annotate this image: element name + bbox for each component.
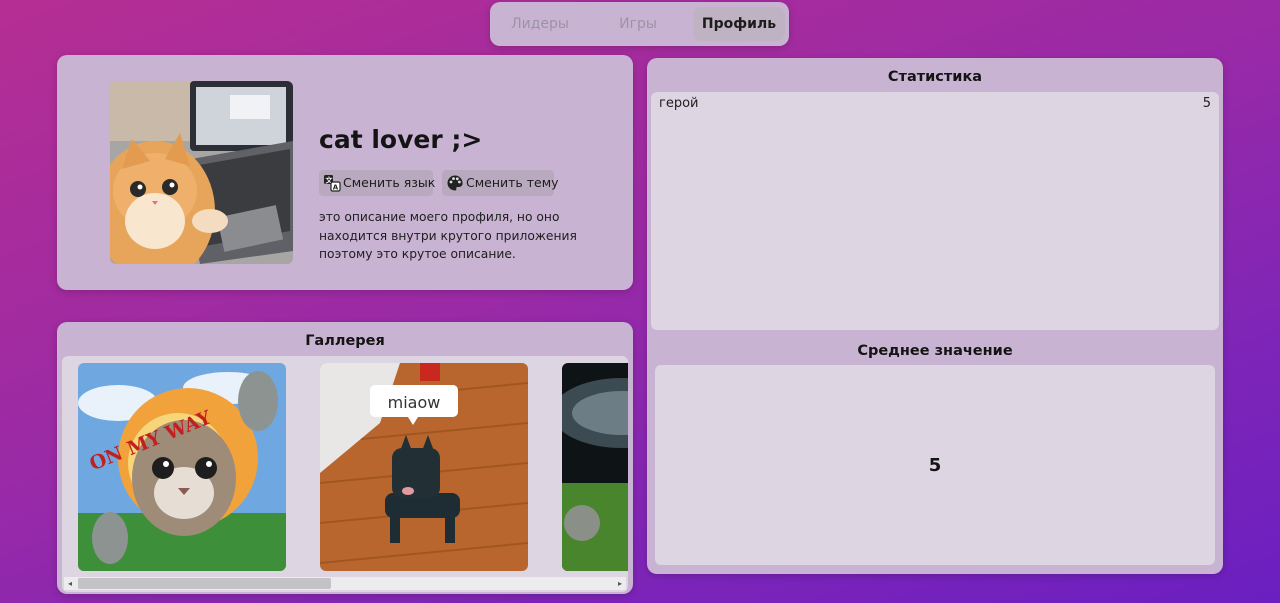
profile-card: cat lover ;> 文 A Сменить язык Сменить те… [57, 55, 633, 290]
gallery-strip[interactable]: ON MY WAY miaow ◂ ▸ [62, 356, 628, 592]
stat-name: герой [659, 96, 699, 111]
gallery-card: Галлерея ON MY WAY miaow ◂ ▸ [57, 322, 633, 594]
average-box: 5 [655, 365, 1215, 565]
statistics-title: Статистика [887, 69, 983, 85]
translate-icon: 文 A [323, 174, 341, 192]
gallery-scrollbar[interactable]: ◂ ▸ [64, 577, 626, 590]
svg-text:A: A [333, 184, 339, 192]
gallery-image[interactable]: miaow [320, 363, 528, 571]
tab-games[interactable]: Игры [594, 7, 682, 41]
tab-leaders[interactable]: Лидеры [496, 7, 584, 41]
statistics-list: герой 5 [651, 92, 1219, 330]
change-language-label: Сменить язык [343, 175, 436, 190]
palette-icon [446, 174, 464, 192]
username: cat lover ;> [319, 125, 483, 154]
avatar [110, 81, 293, 264]
change-language-button[interactable]: 文 A Сменить язык [319, 170, 436, 196]
gallery-image[interactable] [562, 363, 628, 571]
change-theme-label: Сменить тему [466, 175, 559, 190]
gallery-image[interactable]: ON MY WAY [78, 363, 286, 571]
profile-description: это описание моего профиля, но оно наход… [319, 210, 577, 261]
top-nav: Лидеры Игры Профиль [490, 2, 789, 46]
change-theme-button[interactable]: Сменить тему [442, 170, 559, 196]
gallery-title: Галлерея [305, 333, 385, 349]
chevron-left-icon[interactable]: ◂ [64, 577, 76, 590]
statistics-card: Статистика герой 5 Среднее значение 5 [647, 58, 1223, 574]
tab-profile[interactable]: Профиль [693, 7, 785, 41]
average-title: Среднее значение [857, 343, 1013, 359]
stat-value: 5 [1202, 96, 1211, 111]
miaow-text: miaow [388, 393, 441, 412]
average-value: 5 [928, 455, 942, 476]
scrollbar-thumb[interactable] [78, 578, 331, 589]
chevron-right-icon[interactable]: ▸ [614, 577, 626, 590]
